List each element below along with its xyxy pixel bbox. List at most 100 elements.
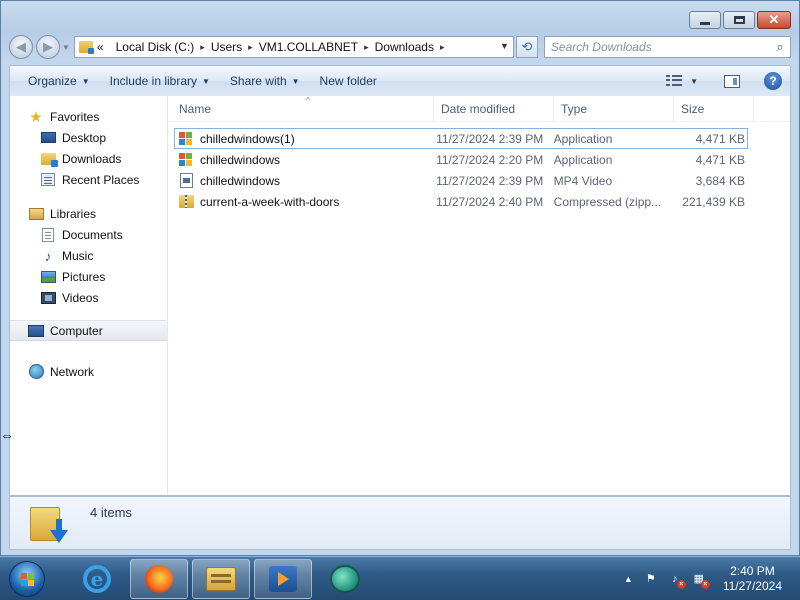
file-row[interactable]: chilledwindows(1) 11/27/2024 2:39 PM App…	[174, 128, 748, 149]
breadcrumb-local-disk[interactable]: Local Disk (C:)	[116, 40, 195, 54]
file-type: Application	[553, 131, 613, 146]
address-dropdown-icon[interactable]: ▼	[500, 41, 509, 51]
details-view-icon	[666, 75, 683, 87]
breadcrumb-vm1-collabnet[interactable]: VM1.COLLABNET	[259, 40, 358, 54]
nav-favorites-label: Favorites	[50, 109, 100, 124]
action-center-icon[interactable]: ⚑	[643, 571, 659, 587]
back-button[interactable]: ◀	[9, 35, 33, 59]
nav-libraries[interactable]: Libraries	[10, 203, 167, 224]
share-with-button[interactable]: Share with ▼	[220, 69, 310, 93]
refresh-icon: ⟲	[521, 39, 533, 54]
videos-icon	[40, 290, 56, 306]
clock[interactable]: 2:40 PM 11/27/2024	[723, 564, 782, 594]
resize-cursor-icon: ⇔	[0, 427, 14, 443]
volume-muted-icon[interactable]: ♪ ×	[667, 571, 686, 589]
minimize-button[interactable]	[689, 11, 721, 29]
search-icon[interactable]: ⌕	[770, 39, 790, 55]
file-date: 11/27/2024 2:40 PM	[436, 194, 544, 209]
sort-indicator-icon: ^	[306, 96, 310, 105]
maximize-button[interactable]	[723, 11, 755, 29]
taskbar-media-player[interactable]	[254, 558, 312, 599]
breadcrumb-overflow[interactable]: «	[97, 40, 104, 54]
navigation-row: ◀ ▶ ▼ « Local Disk (C:) ▸ Users ▸ VM1.CO…	[9, 34, 791, 60]
recent-pages-dropdown[interactable]: ▼	[62, 43, 70, 52]
preview-pane-icon[interactable]	[724, 74, 740, 88]
chevron-right-icon[interactable]: ▸	[364, 42, 369, 53]
back-arrow-icon: ◀	[16, 39, 26, 54]
nav-item-videos[interactable]: Videos	[10, 287, 167, 308]
search-input[interactable]	[550, 40, 770, 54]
forward-button[interactable]: ▶	[36, 35, 60, 59]
nav-item-recent-places[interactable]: Recent Places	[10, 169, 167, 190]
breadcrumb-users[interactable]: Users	[211, 40, 242, 54]
file-size: 221,439 KB	[682, 194, 745, 209]
view-controls: ▼ ?	[666, 72, 790, 90]
chevron-right-icon[interactable]: ▸	[440, 42, 445, 53]
column-header-size[interactable]: Size	[674, 95, 754, 122]
downloads-folder-icon	[30, 503, 68, 543]
nav-computer[interactable]: Computer	[10, 320, 167, 341]
file-row[interactable]: chilledwindows 11/27/2024 2:39 PM MP4 Vi…	[174, 170, 748, 191]
search-box[interactable]: ⌕	[543, 36, 791, 58]
nav-item-label: Pictures	[62, 269, 106, 284]
new-folder-label: New folder	[319, 74, 377, 88]
chevron-right-icon[interactable]: ▸	[200, 42, 205, 53]
firefox-icon	[145, 564, 173, 593]
file-name: chilledwindows	[200, 152, 281, 167]
nav-computer-label: Computer	[50, 323, 103, 338]
column-header-type[interactable]: Type	[554, 95, 674, 122]
file-name-cell: chilledwindows	[175, 152, 434, 167]
nav-item-downloads[interactable]: Downloads	[10, 148, 167, 169]
maximize-icon	[733, 16, 745, 24]
include-in-library-button[interactable]: Include in library ▼	[100, 69, 220, 93]
downloads-folder-icon	[40, 151, 58, 167]
close-button[interactable]: ✕	[757, 11, 791, 29]
nav-item-desktop[interactable]: Desktop	[10, 127, 167, 148]
forward-arrow-icon: ▶	[43, 39, 53, 54]
nav-network[interactable]: Network	[10, 361, 167, 382]
taskbar-internet-explorer[interactable]: e	[68, 559, 126, 599]
file-date: 11/27/2024 2:39 PM	[436, 173, 544, 188]
organize-button[interactable]: Organize ▼	[18, 69, 100, 93]
column-header-date[interactable]: Date modified	[434, 95, 554, 122]
file-type: Compressed (zipp...	[553, 194, 662, 209]
file-row[interactable]: chilledwindows 11/27/2024 2:20 PM Applic…	[174, 149, 748, 170]
chevron-right-icon[interactable]: ▸	[248, 42, 253, 53]
show-hidden-icons-button[interactable]: ▲	[624, 574, 633, 584]
breadcrumb: « Local Disk (C:) ▸ Users ▸ VM1.COLLABNE…	[97, 40, 451, 54]
nav-item-pictures[interactable]: Pictures	[10, 266, 167, 287]
nav-item-documents[interactable]: Documents	[10, 224, 167, 245]
taskbar-chat-app[interactable]	[316, 559, 374, 599]
file-size: 4,471 KB	[695, 131, 745, 146]
nav-item-music[interactable]: ♪ Music	[10, 245, 167, 266]
change-view-button[interactable]: ▼	[666, 75, 698, 87]
file-name-cell: chilledwindows(1)	[175, 131, 434, 146]
file-row[interactable]: current-a-week-with-doors 11/27/2024 2:4…	[174, 191, 748, 212]
new-folder-button[interactable]: New folder	[310, 69, 387, 93]
taskbar-firefox[interactable]	[130, 558, 188, 599]
share-with-label: Share with	[229, 74, 287, 88]
start-button[interactable]	[0, 557, 54, 600]
network-disconnected-icon[interactable]: ▦ ×	[691, 571, 710, 589]
file-type: MP4 Video	[553, 173, 613, 188]
nav-favorites[interactable]: ★ Favorites	[10, 106, 167, 127]
organize-label: Organize	[28, 74, 77, 88]
breadcrumb-downloads[interactable]: Downloads	[375, 40, 434, 54]
zip-folder-icon	[178, 194, 194, 210]
system-tray: ▲ ⚑ ♪ × ▦ × 2:40 PM 11/27/2024	[624, 557, 800, 600]
column-header-name[interactable]: Name	[168, 95, 434, 122]
file-name-cell: chilledwindows	[175, 173, 434, 189]
nav-item-label: Desktop	[62, 130, 107, 145]
nav-libraries-label: Libraries	[50, 206, 97, 221]
help-icon[interactable]: ?	[764, 72, 782, 90]
file-name: current-a-week-with-doors	[200, 194, 340, 209]
taskbar-windows-explorer[interactable]	[192, 558, 250, 599]
address-bar[interactable]: « Local Disk (C:) ▸ Users ▸ VM1.COLLABNE…	[73, 36, 514, 58]
nav-item-label: Music	[62, 248, 94, 263]
file-rows: chilledwindows(1) 11/27/2024 2:39 PM App…	[168, 122, 790, 212]
internet-explorer-icon: e	[83, 564, 111, 593]
nav-item-label: Downloads	[62, 151, 122, 166]
computer-icon	[28, 323, 44, 339]
refresh-button[interactable]: ⟲	[515, 36, 538, 58]
